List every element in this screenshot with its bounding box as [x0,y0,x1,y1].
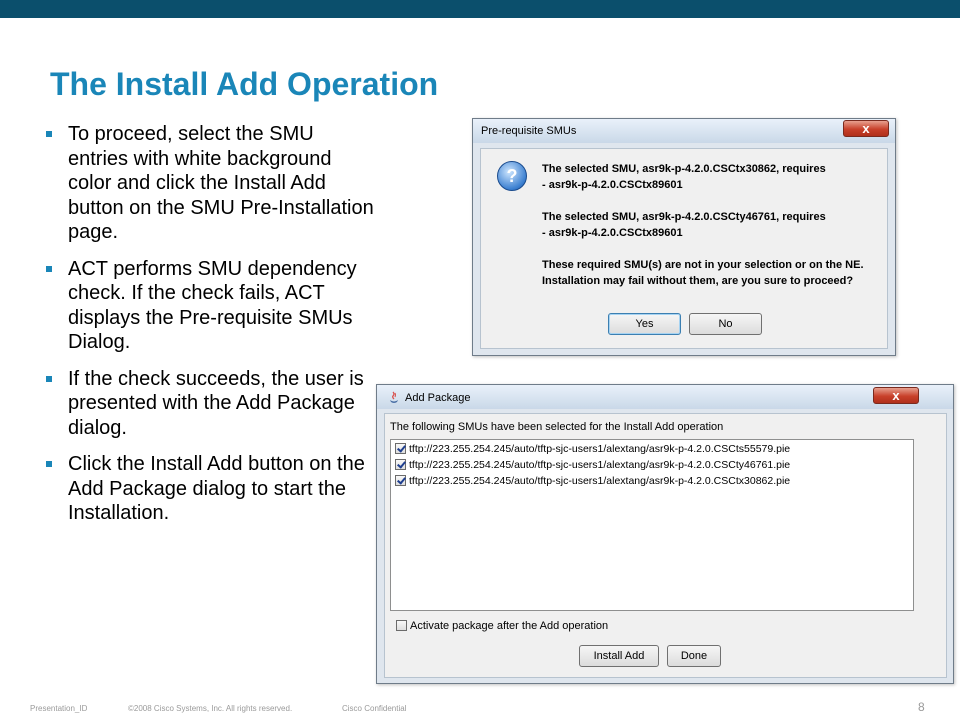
prereq-message-line: These required SMU(s) are not in your se… [542,259,864,271]
bullet-item: To proceed, select the SMU entries with … [44,122,374,245]
add-package-intro: The following SMUs have been selected fo… [390,421,724,433]
prereq-message-line: - asr9k-p-4.2.0.CSCtx89601 [542,179,683,191]
prereq-message-line: Installation may fail without them, are … [542,275,854,287]
prereq-dialog-titlebar[interactable]: Pre-requisite SMUs x [473,119,895,143]
bullet-marker [46,461,52,467]
activate-label: Activate package after the Add operation [410,620,609,632]
bullet-item: ACT performs SMU dependency check. If th… [44,257,374,355]
close-icon: x [862,121,870,136]
slide-title: The Install Add Operation [50,66,439,102]
top-banner [0,0,960,18]
java-icon [390,391,398,403]
list-item[interactable]: tftp://223.255.254.245/auto/tftp-sjc-use… [395,459,790,475]
prereq-smus-dialog: Pre-requisite SMUs x ? The selected SMU,… [472,118,896,356]
footer-presentation-id: Presentation_ID [30,704,88,713]
prereq-close-button[interactable]: x [843,120,889,137]
add-package-body: The following SMUs have been selected fo… [384,413,947,678]
page-number: 8 [918,700,925,714]
smu-checkbox[interactable] [395,443,406,454]
footer-copyright: ©2008 Cisco Systems, Inc. All rights res… [128,704,293,713]
add-package-close-button[interactable]: x [873,387,919,404]
activate-checkbox[interactable] [396,620,407,631]
bullet-item: If the check succeeds, the user is prese… [44,367,374,441]
prereq-message-line: The selected SMU, asr9k-p-4.2.0.CSCty467… [542,211,826,223]
prereq-message-line: - asr9k-p-4.2.0.CSCtx89601 [542,227,683,239]
footer-confidential: Cisco Confidential [342,704,407,713]
add-package-dialog: Add Package x The following SMUs have be… [376,384,954,684]
prereq-message-line: The selected SMU, asr9k-p-4.2.0.CSCtx308… [542,163,826,175]
smu-path: tftp://223.255.254.245/auto/tftp-sjc-use… [409,443,791,455]
prereq-dialog-body: ? The selected SMU, asr9k-p-4.2.0.CSCtx3… [480,148,888,349]
done-button[interactable]: Done [667,645,721,667]
bullet-marker [46,265,52,272]
close-icon: x [892,388,900,403]
smu-path: tftp://223.255.254.245/auto/tftp-sjc-use… [409,459,791,471]
bullet-marker [46,375,52,382]
yes-button[interactable]: Yes [608,313,681,335]
activate-option[interactable]: Activate package after the Add operation [396,620,608,632]
list-item[interactable]: tftp://223.255.254.245/auto/tftp-sjc-use… [395,475,790,491]
smu-list[interactable]: tftp://223.255.254.245/auto/tftp-sjc-use… [390,439,914,611]
bullet-text: If the check succeeds, the user is prese… [68,367,364,439]
bullet-text: ACT performs SMU dependency check. If th… [68,257,357,354]
list-item[interactable]: tftp://223.255.254.245/auto/tftp-sjc-use… [395,443,790,459]
add-package-title: Add Package [405,392,471,404]
install-add-button[interactable]: Install Add [579,645,659,667]
smu-checkbox[interactable] [395,459,406,470]
bullet-text: Click the Install Add button on the Add … [68,453,365,524]
add-package-titlebar[interactable]: Add Package x [377,385,953,409]
bullet-list: To proceed, select the SMU entries with … [44,122,374,538]
question-icon: ? [497,161,527,191]
bullet-text: To proceed, select the SMU entries with … [68,123,374,243]
bullet-item: Click the Install Add button on the Add … [44,452,374,526]
smu-checkbox[interactable] [395,475,406,486]
bullet-marker [46,131,52,137]
no-button[interactable]: No [689,313,762,335]
prereq-dialog-title: Pre-requisite SMUs [481,125,577,137]
smu-path: tftp://223.255.254.245/auto/tftp-sjc-use… [409,475,791,487]
